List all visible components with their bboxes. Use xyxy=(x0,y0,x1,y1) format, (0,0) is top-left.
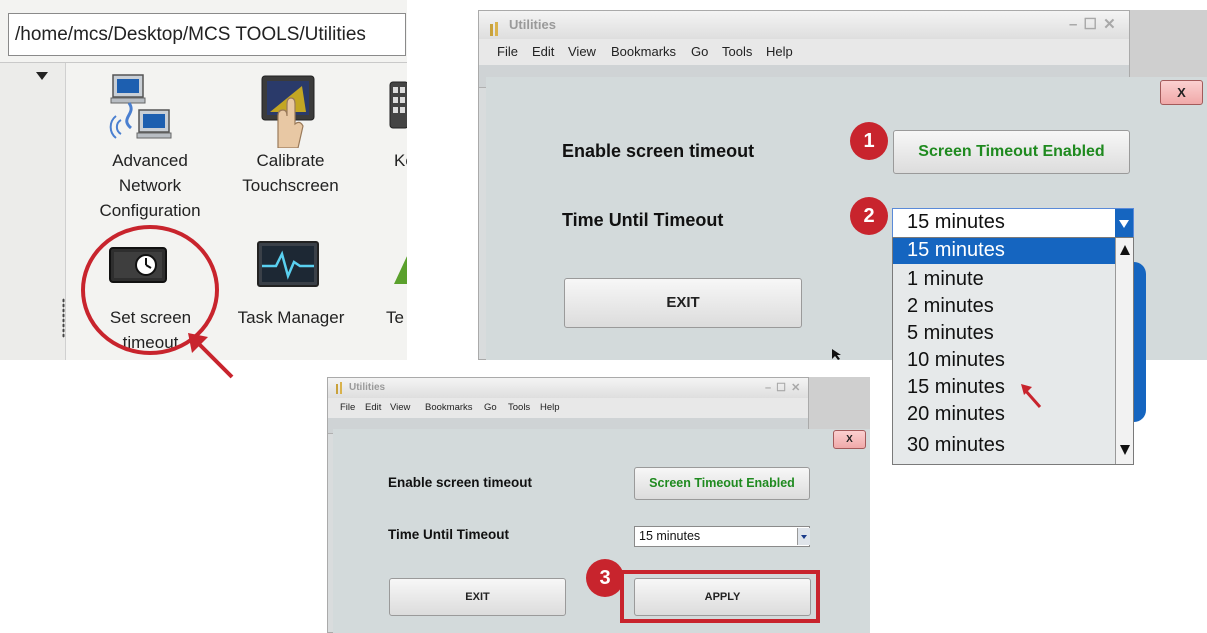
timeout-select-value: 15 minutes xyxy=(639,529,701,543)
menu-tools[interactable]: Tools xyxy=(508,398,530,418)
timeout-label: Time Until Timeout xyxy=(562,210,724,230)
option-item[interactable]: 20 minutes xyxy=(907,403,1005,426)
chevron-down-icon[interactable] xyxy=(797,528,810,545)
enable-timeout-label: Enable screen timeout xyxy=(562,141,755,161)
timeout-enabled-button[interactable]: Screen Timeout Enabled xyxy=(893,130,1130,174)
file-manager-panel: /home/mcs/Desktop/MCS TOOLS/Utilities Ad… xyxy=(0,0,407,360)
mouse-cursor-icon xyxy=(832,349,841,360)
timeout-options-list: 15 minutes 1 minute 2 minutes 5 minutes … xyxy=(892,237,1134,465)
close-button[interactable]: X xyxy=(1160,80,1203,105)
option-item[interactable]: 15 minutes xyxy=(907,239,1005,262)
option-item[interactable]: 15 minutes xyxy=(907,376,1005,399)
pointer-arrow-annotation xyxy=(188,333,234,379)
background-area xyxy=(809,377,870,429)
window-controls[interactable]: – ☐ ✕ xyxy=(1069,11,1117,39)
highlight-circle-annotation xyxy=(81,225,219,355)
timeout-select[interactable]: 15 minutes xyxy=(634,526,810,547)
close-button[interactable]: X xyxy=(833,430,866,449)
menu-bookmarks[interactable]: Bookmarks xyxy=(425,398,473,418)
scroll-up-icon[interactable] xyxy=(1120,245,1130,255)
enable-timeout-label: Enable screen timeout xyxy=(388,475,533,490)
menu-bookmarks[interactable]: Bookmarks xyxy=(611,39,676,65)
menu-bar: File Edit View Bookmarks Go Tools Help xyxy=(328,398,808,418)
step-badge: 1 xyxy=(850,122,888,160)
timeout-label: Time Until Timeout xyxy=(388,527,510,542)
option-item[interactable]: 10 minutes xyxy=(907,349,1005,372)
option-item[interactable]: 30 minutes xyxy=(907,434,1005,457)
menu-go[interactable]: Go xyxy=(691,39,708,65)
menu-view[interactable]: View xyxy=(390,398,410,418)
exit-button[interactable]: EXIT xyxy=(564,278,802,328)
menu-file[interactable]: File xyxy=(340,398,355,418)
option-item[interactable]: 5 minutes xyxy=(907,322,994,345)
scroll-down-icon[interactable] xyxy=(1120,445,1130,455)
option-item[interactable]: 1 minute xyxy=(907,268,984,291)
pointer-arrow-annotation xyxy=(1021,384,1042,408)
menu-go[interactable]: Go xyxy=(484,398,497,418)
step-badge: 3 xyxy=(586,559,624,597)
window-titlebar: Utilities – ☐ ✕ xyxy=(479,11,1129,39)
option-item[interactable]: 2 minutes xyxy=(907,295,994,318)
background-area xyxy=(1130,10,1207,77)
timeout-select-value: 15 minutes xyxy=(907,211,1005,233)
app-icon xyxy=(335,382,345,394)
menu-edit[interactable]: Edit xyxy=(532,39,554,65)
chevron-down-icon[interactable] xyxy=(1115,209,1133,237)
window-title: Utilities xyxy=(349,382,386,393)
menu-help[interactable]: Help xyxy=(766,39,793,65)
menu-tools[interactable]: Tools xyxy=(722,39,752,65)
window-titlebar: Utilities – ☐ ✕ xyxy=(328,378,808,398)
menu-bar: File Edit View Bookmarks Go Tools Help xyxy=(479,39,1129,65)
exit-button[interactable]: EXIT xyxy=(389,578,566,616)
window-title: Utilities xyxy=(509,17,556,32)
menu-file[interactable]: File xyxy=(497,39,518,65)
app-icon xyxy=(489,18,501,36)
timeout-select[interactable]: 15 minutes xyxy=(892,208,1134,238)
window-controls[interactable]: – ☐ ✕ xyxy=(765,378,801,398)
apply-highlight-annotation xyxy=(620,570,820,623)
menu-view[interactable]: View xyxy=(568,39,596,65)
options-scrollbar[interactable] xyxy=(1115,238,1133,464)
menu-help[interactable]: Help xyxy=(540,398,560,418)
menu-edit[interactable]: Edit xyxy=(365,398,381,418)
step-badge: 2 xyxy=(850,197,888,235)
background-decoration xyxy=(1134,262,1146,422)
timeout-enabled-button[interactable]: Screen Timeout Enabled xyxy=(634,467,810,500)
